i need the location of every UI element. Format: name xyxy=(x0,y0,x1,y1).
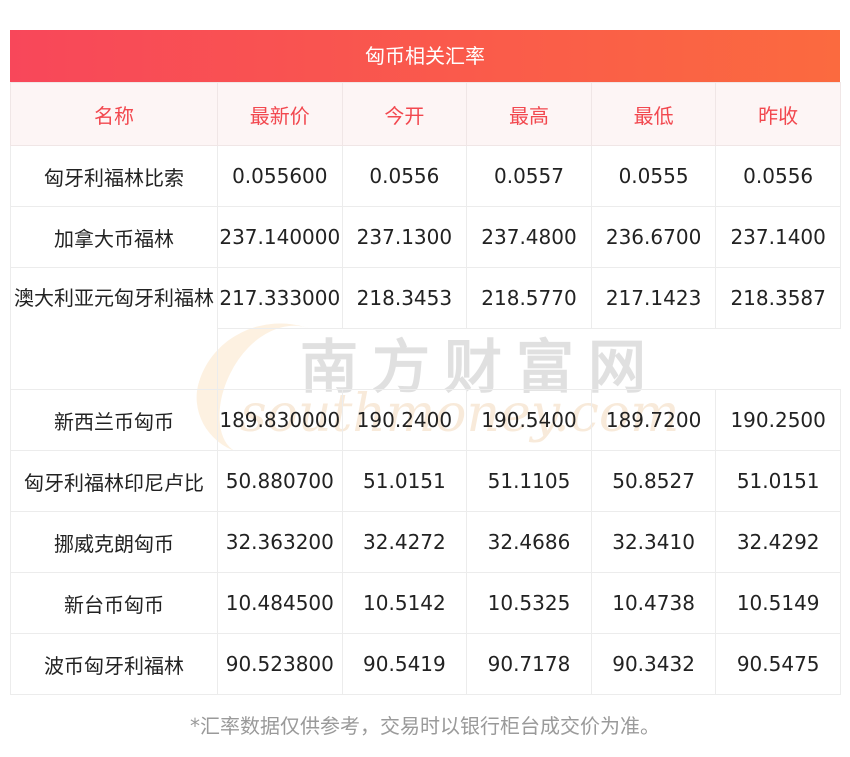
cell-prev: 190.2500 xyxy=(715,389,841,451)
cell-low: 189.7200 xyxy=(590,389,717,451)
header-row: 名称 最新价 今开 最高 最低 昨收 xyxy=(10,82,841,146)
col-header-prev: 昨收 xyxy=(715,82,841,146)
cell-prev: 90.5475 xyxy=(715,633,841,695)
cell-open: 51.0151 xyxy=(341,450,468,512)
cell-low: 0.0555 xyxy=(590,145,717,207)
table-row: 澳大利亚元匈牙利福林 217.333000 218.3453 218.5770 … xyxy=(10,267,841,390)
rates-table: 名称 最新价 今开 最高 最低 昨收 匈牙利福林比索 0.055600 0.05… xyxy=(10,82,841,695)
col-header-latest: 最新价 xyxy=(217,82,343,146)
cell-latest: 10.484500 xyxy=(217,572,343,634)
cell-open: 0.0556 xyxy=(341,145,468,207)
table-title: 匈币相关汇率 xyxy=(10,30,840,82)
cell-open: 218.3453 xyxy=(341,267,468,329)
cell-latest: 0.055600 xyxy=(217,145,343,207)
cell-open: 10.5142 xyxy=(341,572,468,634)
cell-latest: 217.333000 xyxy=(217,267,343,329)
cell-low: 10.4738 xyxy=(590,572,717,634)
cell-latest: 32.363200 xyxy=(217,511,343,573)
cell-high: 51.1105 xyxy=(466,450,592,512)
cell-name: 波币匈牙利福林 xyxy=(10,633,218,695)
col-header-high: 最高 xyxy=(466,82,592,146)
cell-prev: 32.4292 xyxy=(715,511,841,573)
table-row: 匈牙利福林比索 0.055600 0.0556 0.0557 0.0555 0.… xyxy=(10,145,841,207)
cell-prev: 218.3587 xyxy=(715,267,841,329)
cell-low: 217.1423 xyxy=(590,267,717,329)
cell-high: 32.4686 xyxy=(466,511,592,573)
cell-name: 挪威克朗匈币 xyxy=(10,511,218,573)
cell-latest: 90.523800 xyxy=(217,633,343,695)
cell-name: 加拿大币福林 xyxy=(10,206,218,268)
cell-prev: 51.0151 xyxy=(715,450,841,512)
cell-latest: 189.830000 xyxy=(217,389,343,451)
table-row: 新台币匈币 10.484500 10.5142 10.5325 10.4738 … xyxy=(10,572,841,634)
cell-open: 190.2400 xyxy=(341,389,468,451)
cell-name: 新西兰币匈币 xyxy=(10,389,218,451)
cell-name: 匈牙利福林比索 xyxy=(10,145,218,207)
cell-low: 236.6700 xyxy=(590,206,717,268)
cell-open: 90.5419 xyxy=(341,633,468,695)
cell-prev: 237.1400 xyxy=(715,206,841,268)
cell-high: 0.0557 xyxy=(466,145,592,207)
cell-low: 90.3432 xyxy=(590,633,717,695)
cell-prev: 10.5149 xyxy=(715,572,841,634)
col-header-low: 最低 xyxy=(590,82,717,146)
cell-high: 218.5770 xyxy=(466,267,592,329)
col-header-name: 名称 xyxy=(10,82,218,146)
disclaimer-note: *汇率数据仅供参考，交易时以银行柜台成交价为准。 xyxy=(190,714,660,738)
cell-high: 190.5400 xyxy=(466,389,592,451)
table-row: 加拿大币福林 237.140000 237.1300 237.4800 236.… xyxy=(10,206,841,268)
cell-name: 澳大利亚元匈牙利福林 xyxy=(10,267,218,390)
cell-latest: 50.880700 xyxy=(217,450,343,512)
cell-latest: 237.140000 xyxy=(217,206,343,268)
cell-prev: 0.0556 xyxy=(715,145,841,207)
col-header-open: 今开 xyxy=(341,82,468,146)
cell-low: 32.3410 xyxy=(590,511,717,573)
table-row: 新西兰币匈币 189.830000 190.2400 190.5400 189.… xyxy=(10,389,841,451)
table-row: 挪威克朗匈币 32.363200 32.4272 32.4686 32.3410… xyxy=(10,511,841,573)
cell-open: 32.4272 xyxy=(341,511,468,573)
rates-panel: 匈币相关汇率 名称 最新价 今开 最高 最低 昨收 匈牙利福林比索 0.0556… xyxy=(10,30,841,695)
table-row: 波币匈牙利福林 90.523800 90.5419 90.7178 90.343… xyxy=(10,633,841,695)
cell-high: 237.4800 xyxy=(466,206,592,268)
empty-cell xyxy=(217,328,841,390)
cell-open: 237.1300 xyxy=(341,206,468,268)
table-row: 匈牙利福林印尼卢比 50.880700 51.0151 51.1105 50.8… xyxy=(10,450,841,512)
cell-high: 10.5325 xyxy=(466,572,592,634)
cell-low: 50.8527 xyxy=(590,450,717,512)
cell-name: 匈牙利福林印尼卢比 xyxy=(10,450,218,512)
cell-name: 新台币匈币 xyxy=(10,572,218,634)
cell-high: 90.7178 xyxy=(466,633,592,695)
